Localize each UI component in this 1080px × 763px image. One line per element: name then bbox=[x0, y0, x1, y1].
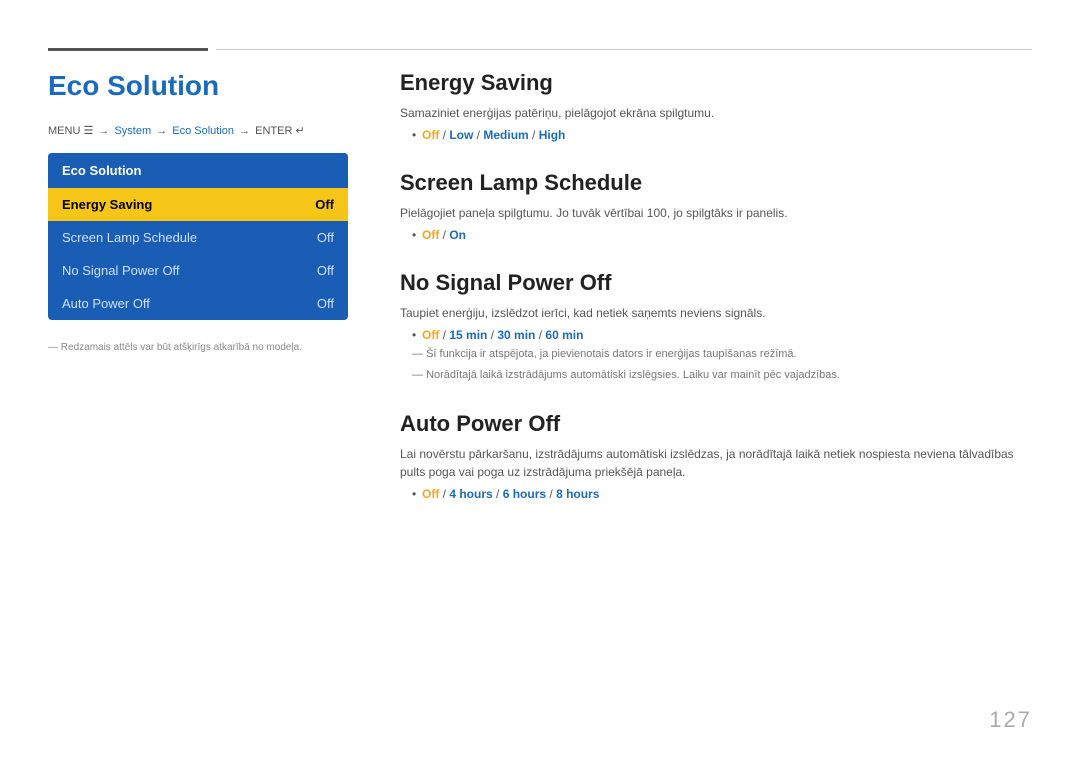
breadcrumb-system: System bbox=[114, 125, 151, 137]
menu-box-title: Eco Solution bbox=[48, 153, 348, 188]
menu-item-energy-saving[interactable]: Energy Saving Off bbox=[48, 188, 348, 221]
section-energy-saving: Energy Saving Samaziniet enerģijas patēr… bbox=[400, 70, 1032, 142]
section-title-energy-saving: Energy Saving bbox=[400, 70, 1032, 96]
menu-item-label: Auto Power Off bbox=[62, 296, 150, 311]
section-title-auto-power: Auto Power Off bbox=[400, 411, 1032, 437]
menu-item-no-signal[interactable]: No Signal Power Off Off bbox=[48, 254, 348, 287]
option-off: Off bbox=[422, 328, 439, 342]
option-low: Low bbox=[449, 128, 473, 142]
options-list-no-signal: Off / 15 min / 30 min / 60 min bbox=[400, 328, 1032, 342]
breadcrumb-menu: MENU ☰ bbox=[48, 125, 93, 137]
menu-box: Eco Solution Energy Saving Off Screen La… bbox=[48, 153, 348, 320]
option-item: Off / 4 hours / 6 hours / 8 hours bbox=[412, 487, 1032, 501]
menu-item-label: Screen Lamp Schedule bbox=[62, 230, 197, 245]
breadcrumb-arrow3: → bbox=[239, 125, 253, 137]
right-column: Energy Saving Samaziniet enerģijas patēr… bbox=[400, 70, 1032, 529]
top-lines bbox=[48, 48, 1032, 51]
top-line-short bbox=[48, 48, 208, 51]
section-desc-screen-lamp: Pielāgojiet paneļa spilgtumu. Jo tuvāk v… bbox=[400, 204, 1032, 222]
option-4h: 4 hours bbox=[449, 487, 492, 501]
page-number: 127 bbox=[989, 707, 1032, 733]
top-line-long bbox=[216, 49, 1032, 50]
option-item: Off / On bbox=[412, 228, 1032, 242]
option-off: Off bbox=[422, 487, 439, 501]
footnote: Redzamais attēls var būt atšķirīgs atkar… bbox=[48, 340, 358, 355]
left-column: Eco Solution MENU ☰ → System → Eco Solut… bbox=[48, 70, 358, 355]
option-30min: 30 min bbox=[497, 328, 535, 342]
options-list-auto-power: Off / 4 hours / 6 hours / 8 hours bbox=[400, 487, 1032, 501]
breadcrumb-arrow2: → bbox=[156, 125, 170, 137]
option-on: On bbox=[449, 228, 466, 242]
note-line-2: Norādītajā laikā izstrādājums automātisk… bbox=[400, 367, 1032, 384]
breadcrumb-enter: ENTER ↵ bbox=[255, 125, 305, 137]
menu-item-value: Off bbox=[317, 296, 334, 311]
section-no-signal: No Signal Power Off Taupiet enerģiju, iz… bbox=[400, 270, 1032, 383]
menu-item-label: Energy Saving bbox=[62, 197, 152, 212]
section-auto-power: Auto Power Off Lai novērstu pārkaršanu, … bbox=[400, 411, 1032, 501]
section-desc-energy-saving: Samaziniet enerģijas patēriņu, pielāgojo… bbox=[400, 104, 1032, 122]
option-off: Off bbox=[422, 228, 439, 242]
option-8h: 8 hours bbox=[556, 487, 599, 501]
option-high: High bbox=[539, 128, 566, 142]
breadcrumb: MENU ☰ → System → Eco Solution → ENTER ↵ bbox=[48, 124, 358, 137]
menu-item-auto-power[interactable]: Auto Power Off Off bbox=[48, 287, 348, 320]
page-title: Eco Solution bbox=[48, 70, 358, 102]
option-6h: 6 hours bbox=[503, 487, 546, 501]
menu-item-label: No Signal Power Off bbox=[62, 263, 180, 278]
option-off: Off bbox=[422, 128, 439, 142]
options-list-screen-lamp: Off / On bbox=[400, 228, 1032, 242]
option-60min: 60 min bbox=[545, 328, 583, 342]
section-title-no-signal: No Signal Power Off bbox=[400, 270, 1032, 296]
section-desc-auto-power: Lai novērstu pārkaršanu, izstrādājums au… bbox=[400, 445, 1032, 481]
note-line-1: Šī funkcija ir atspējota, ja pievienotai… bbox=[400, 346, 1032, 363]
section-screen-lamp: Screen Lamp Schedule Pielāgojiet paneļa … bbox=[400, 170, 1032, 242]
breadcrumb-arrow1: → bbox=[98, 125, 112, 137]
options-list-energy-saving: Off / Low / Medium / High bbox=[400, 128, 1032, 142]
menu-item-value: Off bbox=[317, 263, 334, 278]
option-medium: Medium bbox=[483, 128, 528, 142]
option-item: Off / 15 min / 30 min / 60 min bbox=[412, 328, 1032, 342]
breadcrumb-eco: Eco Solution bbox=[172, 125, 234, 137]
option-item: Off / Low / Medium / High bbox=[412, 128, 1032, 142]
menu-item-value: Off bbox=[317, 230, 334, 245]
section-title-screen-lamp: Screen Lamp Schedule bbox=[400, 170, 1032, 196]
menu-item-screen-lamp[interactable]: Screen Lamp Schedule Off bbox=[48, 221, 348, 254]
option-15min: 15 min bbox=[449, 328, 487, 342]
menu-item-value: Off bbox=[315, 197, 334, 212]
section-desc-no-signal: Taupiet enerģiju, izslēdzot ierīci, kad … bbox=[400, 304, 1032, 322]
